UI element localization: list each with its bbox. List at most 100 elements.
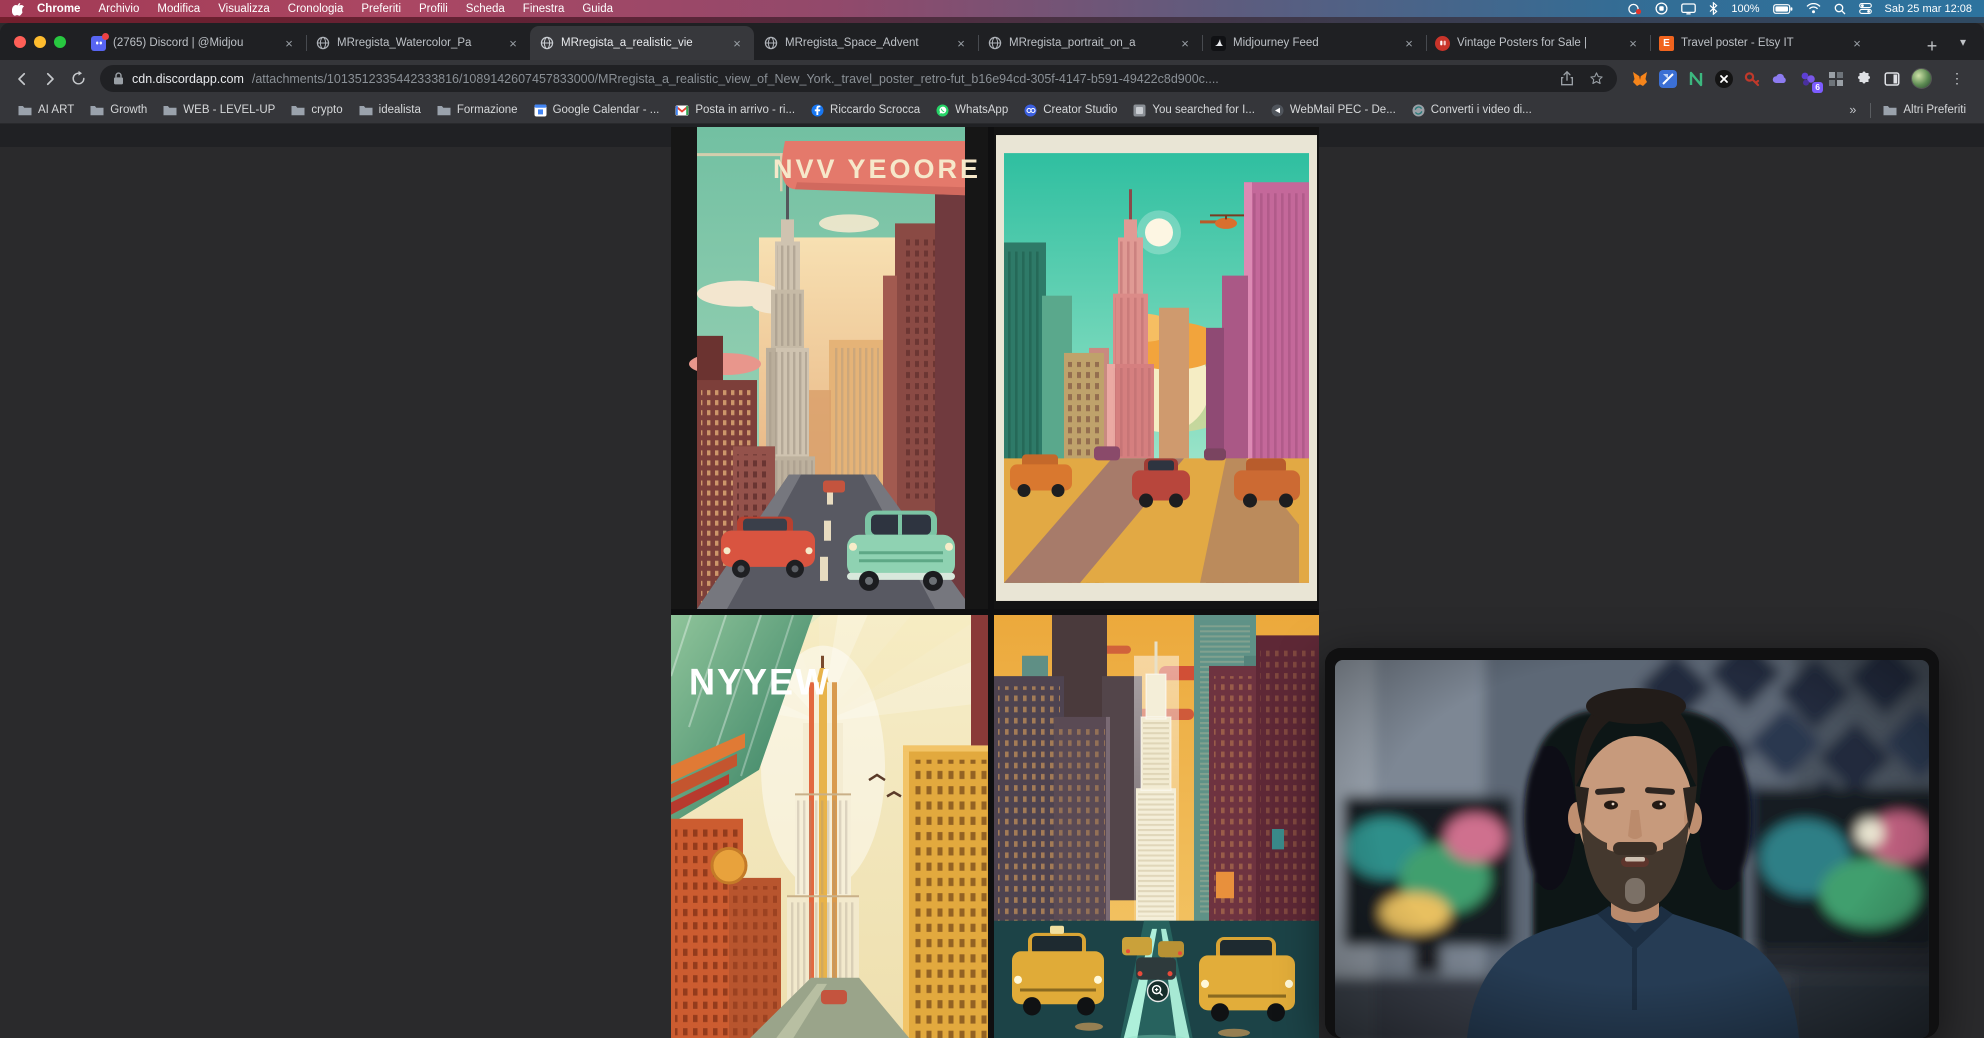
key-extension-icon[interactable] [1743, 70, 1761, 88]
control-center-icon[interactable] [1859, 2, 1872, 15]
forward-button[interactable] [36, 65, 64, 93]
menu-finestra[interactable]: Finestra [514, 3, 574, 15]
tab-portrait[interactable]: MRregista_portrait_on_a × [978, 26, 1202, 60]
bookmark-growth[interactable]: Growth [82, 104, 155, 116]
tab-close-icon[interactable]: × [1177, 35, 1193, 51]
discord-favicon [91, 36, 106, 51]
minimize-window-button[interactable] [34, 36, 46, 48]
poster-new-york-bottom-right[interactable] [994, 615, 1319, 1038]
poster-new-york-top-right[interactable] [994, 127, 1319, 609]
n-extension-icon[interactable] [1687, 70, 1705, 88]
bookmark-formazione[interactable]: Formazione [429, 104, 526, 116]
menu-preferiti[interactable]: Preferiti [352, 3, 410, 15]
bookmark-crypto[interactable]: crypto [283, 104, 350, 116]
cloud-extension-icon[interactable] [1771, 70, 1789, 88]
desktop: { "menubar": { "app_name": "Chrome", "it… [0, 0, 1984, 1038]
poster-banner: NVV YEOORE [773, 141, 981, 195]
bookmarks-overflow-chevrons[interactable]: » [1839, 103, 1866, 117]
bookmark-google-calendar[interactable]: Google Calendar - ... [526, 104, 668, 117]
tab-close-icon[interactable]: × [1625, 35, 1641, 51]
bookmark-converti-video[interactable]: Converti i video di... [1404, 104, 1540, 117]
tab-close-icon[interactable]: × [953, 35, 969, 51]
bookmark-facebook[interactable]: Riccardo Scrocca [803, 104, 928, 117]
apple-menu-icon[interactable] [12, 2, 24, 16]
menu-guida[interactable]: Guida [573, 3, 622, 15]
side-panel-icon[interactable] [1883, 70, 1901, 88]
tab-label: MRregista_Space_Advent [785, 37, 946, 49]
share-icon[interactable] [1560, 71, 1574, 86]
back-button[interactable] [8, 65, 36, 93]
bookmark-label: Altri Preferiti [1903, 104, 1966, 116]
url-path: /attachments/1013512335442333816/1089142… [252, 72, 1552, 86]
tab-discord[interactable]: (2765) Discord | @Midjou × [82, 26, 306, 60]
tab-close-icon[interactable]: × [281, 35, 297, 51]
purple-cluster-extension-icon[interactable]: 6 [1799, 70, 1817, 88]
poster-title-text: NVV YEOORE [773, 154, 981, 184]
fullscreen-window-button[interactable] [54, 36, 66, 48]
close-window-button[interactable] [14, 36, 26, 48]
menu-modifica[interactable]: Modifica [148, 3, 209, 15]
bookmark-creator-studio[interactable]: Creator Studio [1016, 104, 1125, 117]
round-x-extension-icon[interactable] [1715, 70, 1733, 88]
bookmark-altri-preferiti[interactable]: Altri Preferiti [1875, 104, 1974, 116]
spotlight-search-icon[interactable] [1834, 3, 1846, 15]
globe-favicon [315, 36, 330, 51]
tab-close-icon[interactable]: × [1849, 35, 1865, 51]
tab-space-adventure[interactable]: MRregista_Space_Advent × [754, 26, 978, 60]
screen-recording-icon[interactable] [1627, 3, 1642, 15]
metamask-extension-icon[interactable] [1631, 70, 1649, 88]
bookmark-whatsapp[interactable]: WhatsApp [928, 104, 1016, 117]
new-tab-button[interactable]: + [1918, 32, 1946, 60]
bookmark-web-level-up[interactable]: WEB - LEVEL-UP [155, 104, 283, 116]
poster-new-york-top-left[interactable]: NVV YEOORE [671, 127, 988, 609]
url-host: cdn.discordapp.com [132, 72, 244, 86]
poster-new-york-bottom-left[interactable]: NYYEW [671, 615, 988, 1038]
tab-label: (2765) Discord | @Midjou [113, 37, 274, 49]
menubar-status-area: 100% Sab 25 mar 12:08 [1627, 2, 1972, 15]
stop-record-icon[interactable] [1655, 2, 1668, 15]
tab-realistic-view-active[interactable]: MRregista_a_realistic_vie × [530, 26, 754, 60]
profile-avatar[interactable] [1911, 68, 1932, 89]
midjourney-image-grid[interactable]: NVV YEOORE [671, 127, 1319, 1038]
menu-archivio[interactable]: Archivio [89, 3, 148, 15]
menubar-clock[interactable]: Sab 25 mar 12:08 [1885, 3, 1972, 15]
grid-extension-icon[interactable] [1827, 70, 1845, 88]
tab-etsy[interactable]: E Travel poster - Etsy IT × [1650, 26, 1874, 60]
tab-label: Midjourney Feed [1233, 37, 1394, 49]
menu-profili[interactable]: Profili [410, 3, 457, 15]
bookmark-idealista[interactable]: idealista [351, 104, 429, 116]
tab-search-chevron[interactable]: ▾ [1948, 35, 1978, 49]
menu-chrome[interactable]: Chrome [28, 3, 89, 15]
bookmark-label: Google Calendar - ... [553, 104, 660, 116]
tab-close-icon[interactable]: × [729, 35, 745, 51]
extension-badge: 6 [1812, 82, 1823, 93]
tab-close-icon[interactable]: × [505, 35, 521, 51]
tab-watercolor[interactable]: MRregista_Watercolor_Pa × [306, 26, 530, 60]
webcam-overlay [1325, 648, 1939, 1038]
discord-badge-dot [102, 33, 109, 40]
wifi-icon[interactable] [1806, 3, 1821, 14]
bookmarks-bar: AI ART Growth WEB - LEVEL-UP crypto idea… [0, 97, 1984, 124]
battery-percent: 100% [1731, 3, 1759, 15]
reload-button[interactable] [64, 65, 92, 93]
bookmark-label: Growth [110, 104, 147, 116]
menu-scheda[interactable]: Scheda [457, 3, 514, 15]
address-bar[interactable]: cdn.discordapp.com/attachments/101351233… [100, 65, 1617, 92]
tab-vintage-posters[interactable]: Vintage Posters for Sale | × [1426, 26, 1650, 60]
menu-cronologia[interactable]: Cronologia [279, 3, 353, 15]
macos-menubar: Chrome Archivio Modifica Visualizza Cron… [0, 0, 1984, 17]
bluetooth-icon[interactable] [1709, 2, 1718, 15]
flag-extension-icon[interactable] [1659, 70, 1677, 88]
bookmark-star-icon[interactable] [1589, 71, 1604, 86]
tab-midjourney-feed[interactable]: Midjourney Feed × [1202, 26, 1426, 60]
menu-visualizza[interactable]: Visualizza [209, 3, 279, 15]
chrome-menu-kebab-icon[interactable]: ⋮ [1942, 70, 1970, 87]
bookmark-webmail-pec[interactable]: WebMail PEC - De... [1263, 104, 1404, 117]
bookmark-you-searched[interactable]: You searched for I... [1125, 104, 1263, 117]
extensions-puzzle-icon[interactable] [1855, 70, 1873, 88]
bookmark-gmail[interactable]: Posta in arrivo - ri... [667, 104, 803, 116]
tab-close-icon[interactable]: × [1401, 35, 1417, 51]
bookmark-ai-art[interactable]: AI ART [10, 104, 82, 116]
display-icon[interactable] [1681, 3, 1696, 15]
bookmark-label: Converti i video di... [1431, 104, 1532, 116]
